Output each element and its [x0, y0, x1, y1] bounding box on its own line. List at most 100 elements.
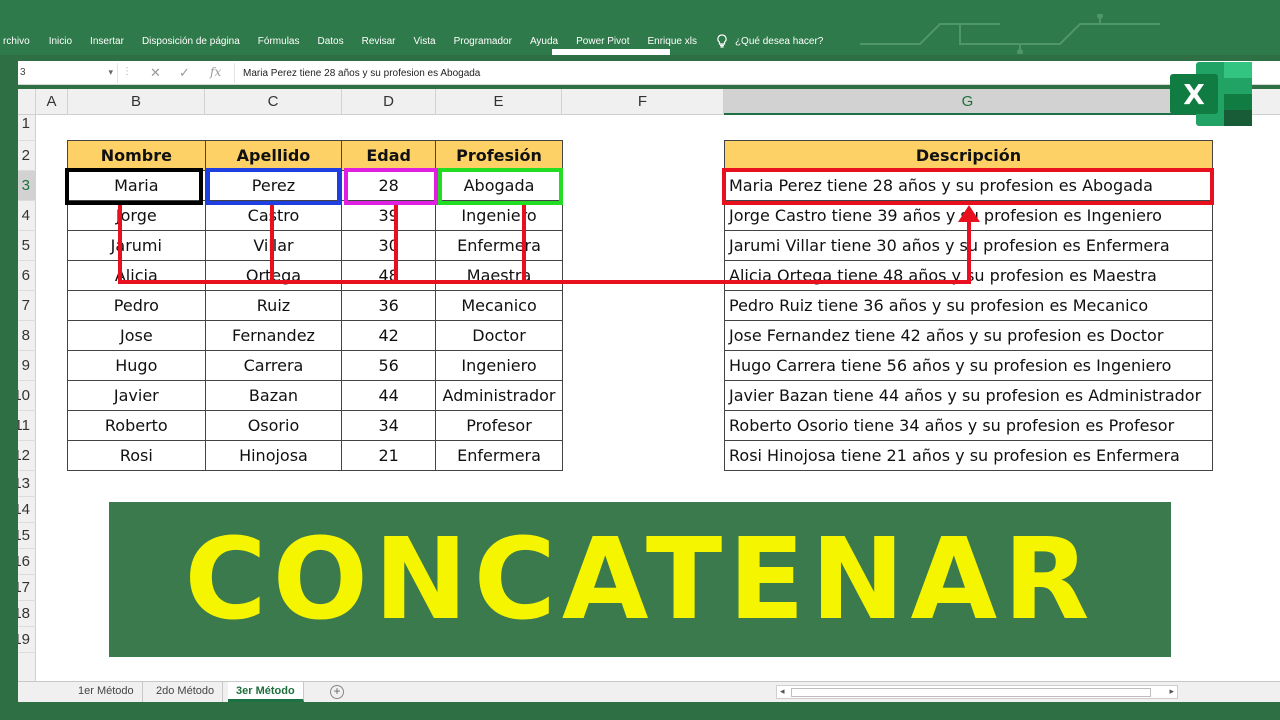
- row-header[interactable]: 1: [18, 115, 36, 141]
- cell-edad[interactable]: 30: [341, 230, 437, 261]
- cell-edad[interactable]: 36: [341, 290, 437, 321]
- menu-disposicion[interactable]: Disposición de página: [142, 36, 240, 47]
- menu-ayuda[interactable]: Ayuda: [530, 36, 558, 47]
- row-header[interactable]: 16: [18, 549, 36, 575]
- row-header[interactable]: 7: [18, 291, 36, 321]
- column-header-b[interactable]: B: [68, 89, 205, 115]
- menu-power-pivot[interactable]: Power Pivot: [576, 36, 629, 47]
- cell-apellido[interactable]: Castro: [204, 200, 343, 231]
- column-header-f[interactable]: F: [562, 89, 724, 115]
- cell-profesion[interactable]: Mecanico: [435, 290, 563, 321]
- cell-nombre[interactable]: Hugo: [67, 350, 206, 381]
- row-header[interactable]: 17: [18, 575, 36, 601]
- formula-input[interactable]: Maria Perez tiene 28 años y su profesion…: [234, 63, 1280, 83]
- cell-apellido[interactable]: Bazan: [204, 380, 343, 411]
- add-sheet-icon[interactable]: +: [330, 685, 344, 699]
- cell-nombre[interactable]: Jarumi: [67, 230, 206, 261]
- header-apellido[interactable]: Apellido: [204, 140, 343, 171]
- cell-apellido[interactable]: Ruiz: [204, 290, 343, 321]
- row-header[interactable]: 10: [18, 381, 36, 411]
- row-header[interactable]: 8: [18, 321, 36, 351]
- scrollbar-thumb[interactable]: [791, 688, 1151, 697]
- row-header[interactable]: 11: [18, 411, 36, 441]
- cell-descripcion[interactable]: Jarumi Villar tiene 30 años y su profesi…: [724, 230, 1213, 261]
- cell-edad[interactable]: 42: [341, 320, 437, 351]
- insert-function-icon[interactable]: fx: [210, 65, 221, 79]
- column-header-e[interactable]: E: [436, 89, 562, 115]
- cell-descripcion[interactable]: Jorge Castro tiene 39 años y su profesio…: [724, 200, 1213, 231]
- cell-nombre[interactable]: Pedro: [67, 290, 206, 321]
- cell-descripcion[interactable]: Alicia Ortega tiene 48 años y su profesi…: [724, 260, 1213, 291]
- menu-archivo[interactable]: rchivo: [3, 36, 30, 47]
- sheet-tab-3er-metodo[interactable]: 3er Método: [228, 682, 304, 702]
- menu-programador[interactable]: Programador: [454, 36, 512, 47]
- cell-apellido[interactable]: Villar: [204, 230, 343, 261]
- row-header[interactable]: 19: [18, 627, 36, 653]
- horizontal-scrollbar[interactable]: ◂ ▸: [776, 685, 1178, 699]
- cell-apellido[interactable]: Osorio: [204, 410, 343, 441]
- cell-apellido[interactable]: Carrera: [204, 350, 343, 381]
- cell-descripcion[interactable]: Hugo Carrera tiene 56 años y su profesio…: [724, 350, 1213, 381]
- header-nombre[interactable]: Nombre: [67, 140, 206, 171]
- column-header-c[interactable]: C: [205, 89, 342, 115]
- row-header[interactable]: 3: [18, 171, 36, 201]
- sheet-tab-2do-metodo[interactable]: 2do Método: [148, 682, 224, 702]
- cell-nombre[interactable]: Jose: [67, 320, 206, 351]
- row-header[interactable]: 5: [18, 231, 36, 261]
- row-header[interactable]: 4: [18, 201, 36, 231]
- row-header[interactable]: 15: [18, 523, 36, 549]
- cell-apellido[interactable]: Fernandez: [204, 320, 343, 351]
- cell-apellido[interactable]: Hinojosa: [204, 440, 343, 471]
- menu-insertar[interactable]: Insertar: [90, 36, 124, 47]
- row-header[interactable]: 9: [18, 351, 36, 381]
- name-box[interactable]: 3 ▾: [18, 63, 118, 83]
- enter-icon[interactable]: ✓: [179, 65, 190, 81]
- menu-enrique-xls[interactable]: Enrique xls: [647, 36, 696, 47]
- cell-nombre[interactable]: Javier: [67, 380, 206, 411]
- cell-nombre[interactable]: Roberto: [67, 410, 206, 441]
- column-header-a[interactable]: A: [36, 89, 68, 115]
- row-header[interactable]: 6: [18, 261, 36, 291]
- tell-me-box[interactable]: ¿Qué desea hacer?: [715, 34, 823, 48]
- cell-descripcion[interactable]: Jose Fernandez tiene 42 años y su profes…: [724, 320, 1213, 351]
- cell-descripcion[interactable]: Rosi Hinojosa tiene 21 años y su profesi…: [724, 440, 1213, 471]
- menu-formulas[interactable]: Fórmulas: [258, 36, 300, 47]
- cell-nombre[interactable]: Rosi: [67, 440, 206, 471]
- row-header[interactable]: 14: [18, 497, 36, 523]
- header-profesion[interactable]: Profesión: [435, 140, 563, 171]
- row-header[interactable]: 18: [18, 601, 36, 627]
- cell-profesion[interactable]: Administrador: [435, 380, 563, 411]
- select-all-corner[interactable]: [18, 89, 36, 115]
- cell-descripcion[interactable]: Javier Bazan tiene 44 años y su profesio…: [724, 380, 1213, 411]
- cell-apellido[interactable]: Ortega: [204, 260, 343, 291]
- cell-profesion[interactable]: Maestra: [435, 260, 563, 291]
- cell-edad[interactable]: 21: [341, 440, 437, 471]
- menu-revisar[interactable]: Revisar: [362, 36, 396, 47]
- cell-edad[interactable]: 39: [341, 200, 437, 231]
- header-edad[interactable]: Edad: [341, 140, 437, 171]
- cell-profesion[interactable]: Enfermera: [435, 440, 563, 471]
- sheet-tab-1er-metodo[interactable]: 1er Método: [70, 682, 143, 702]
- cell-profesion[interactable]: Profesor: [435, 410, 563, 441]
- cancel-icon[interactable]: ✕: [150, 65, 161, 81]
- cell-profesion[interactable]: Ingeniero: [435, 350, 563, 381]
- cell-edad[interactable]: 44: [341, 380, 437, 411]
- chevron-down-icon[interactable]: ▾: [108, 67, 113, 78]
- cell-edad[interactable]: 34: [341, 410, 437, 441]
- column-header-d[interactable]: D: [342, 89, 436, 115]
- cell-profesion[interactable]: Enfermera: [435, 230, 563, 261]
- cell-profesion[interactable]: Doctor: [435, 320, 563, 351]
- cell-profesion[interactable]: Ingeniero: [435, 200, 563, 231]
- cell-edad[interactable]: 48: [341, 260, 437, 291]
- scroll-right-icon[interactable]: ▸: [1169, 686, 1174, 697]
- cell-edad[interactable]: 56: [341, 350, 437, 381]
- cell-nombre[interactable]: Alicia: [67, 260, 206, 291]
- menu-vista[interactable]: Vista: [414, 36, 436, 47]
- scroll-left-icon[interactable]: ◂: [780, 686, 785, 697]
- cell-descripcion[interactable]: Roberto Osorio tiene 34 años y su profes…: [724, 410, 1213, 441]
- cell-nombre[interactable]: Jorge: [67, 200, 206, 231]
- row-header[interactable]: 2: [18, 141, 36, 171]
- row-header[interactable]: 13: [18, 471, 36, 497]
- cell-descripcion[interactable]: Pedro Ruiz tiene 36 años y su profesion …: [724, 290, 1213, 321]
- menu-datos[interactable]: Datos: [317, 36, 343, 47]
